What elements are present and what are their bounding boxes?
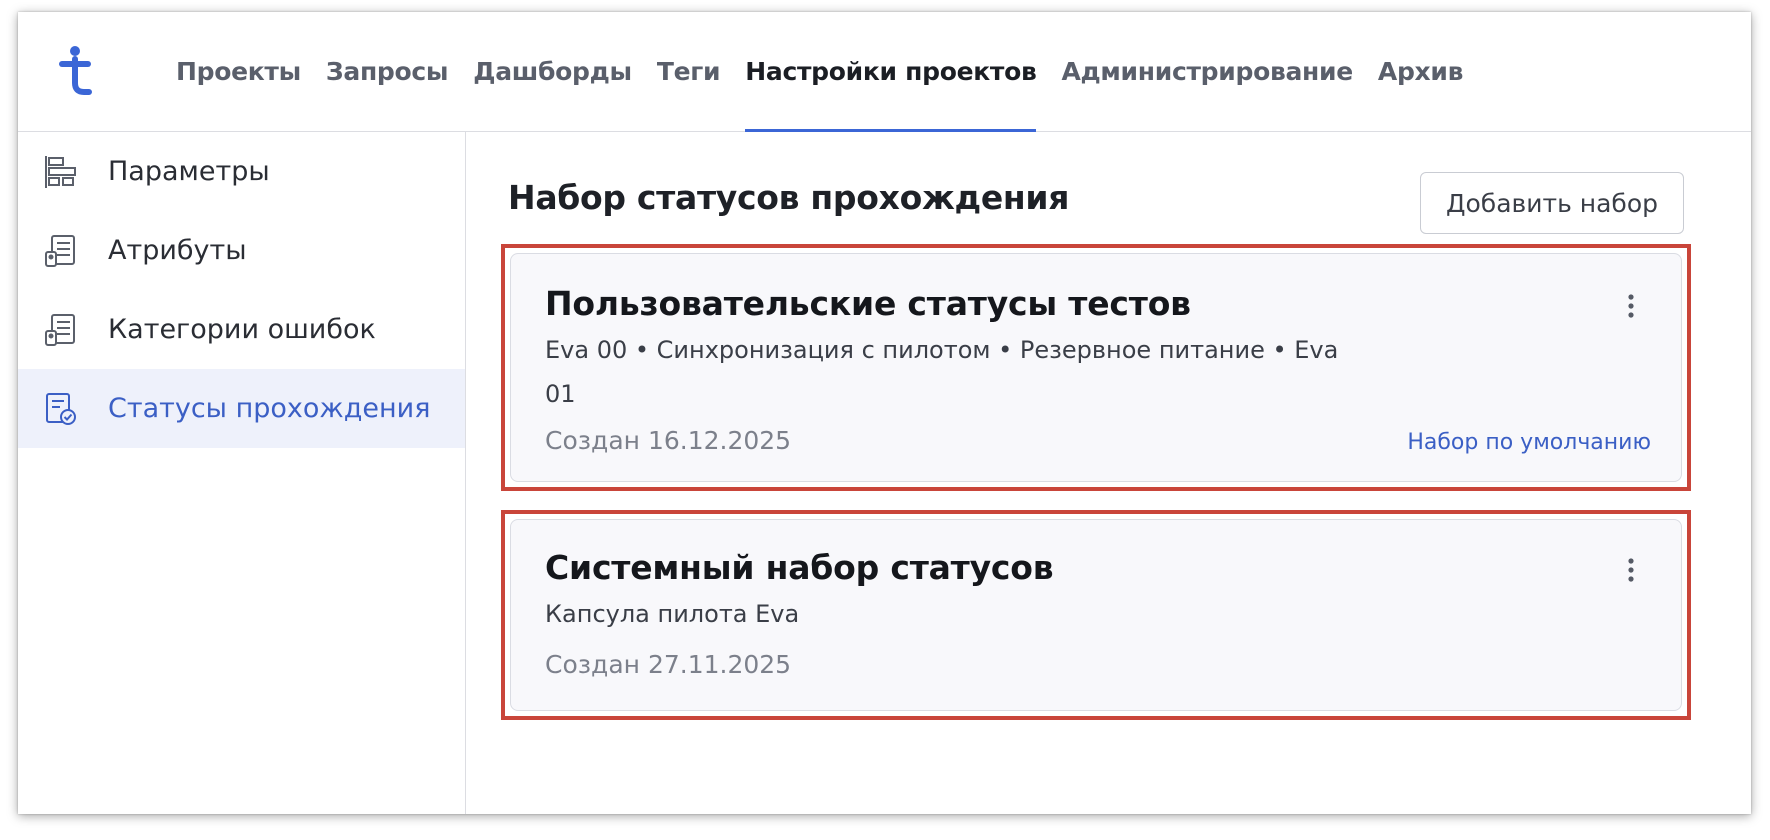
pass-statuses-icon [42,390,80,428]
card-title: Пользовательские статусы тестов [545,284,1191,323]
app-window: Проекты Запросы Дашборды Теги Настройки … [18,12,1751,814]
status-set-card[interactable]: Системный набор статусов Капсула пилота … [510,519,1682,711]
card-created-date: Создан 16.12.2025 [545,426,792,455]
highlight-frame: Системный набор статусов Капсула пилота … [501,510,1691,720]
more-options-icon[interactable] [1621,554,1641,588]
nav-item-requests[interactable]: Запросы [326,12,449,131]
error-categories-icon [42,311,80,349]
sidebar-item-label: Параметры [108,156,270,187]
sidebar-item-label: Категории ошибок [108,314,376,345]
status-set-card[interactable]: Пользовательские статусы тестов Eva 00 •… [510,253,1682,482]
canvas: Проекты Запросы Дашборды Теги Настройки … [0,0,1770,840]
more-options-icon[interactable] [1621,290,1641,324]
default-set-label[interactable]: Набор по умолчанию [1407,430,1651,455]
parameters-icon [42,153,80,191]
page-title: Набор статусов прохождения [508,178,1070,217]
card-description: Eva 00 • Синхронизация с пилотом • Резер… [545,336,1339,408]
nav-item-administration[interactable]: Администрирование [1061,12,1353,131]
sidebar-item-error-categories[interactable]: Категории ошибок [18,290,465,369]
nav-item-tags[interactable]: Теги [657,12,721,131]
attributes-icon [42,232,80,270]
sidebar-item-label: Атрибуты [108,235,247,266]
sidebar-item-pass-statuses[interactable]: Статусы прохождения [18,369,465,448]
main-content: Набор статусов прохождения Добавить набо… [466,132,1751,814]
nav-item-project-settings[interactable]: Настройки проектов [745,12,1037,132]
nav-item-archive[interactable]: Архив [1378,12,1464,131]
sidebar-item-parameters[interactable]: Параметры [18,132,465,211]
t-logo-icon[interactable] [58,45,94,97]
sidebar-item-attributes[interactable]: Атрибуты [18,211,465,290]
main-nav: Проекты Запросы Дашборды Теги Настройки … [176,12,1488,132]
card-title: Системный набор статусов [545,548,1054,587]
add-set-button[interactable]: Добавить набор [1420,172,1684,234]
card-description: Капсула пилота Eva [545,600,800,628]
highlight-frame: Пользовательские статусы тестов Eva 00 •… [501,244,1691,491]
settings-sidebar: Параметры Атрибуты Категории ошибок Стат… [18,132,466,814]
top-navigation-bar: Проекты Запросы Дашборды Теги Настройки … [18,12,1751,132]
nav-item-dashboards[interactable]: Дашборды [473,12,632,131]
card-created-date: Создан 27.11.2025 [545,650,792,679]
sidebar-item-label: Статусы прохождения [108,393,431,424]
nav-item-projects[interactable]: Проекты [176,12,301,131]
